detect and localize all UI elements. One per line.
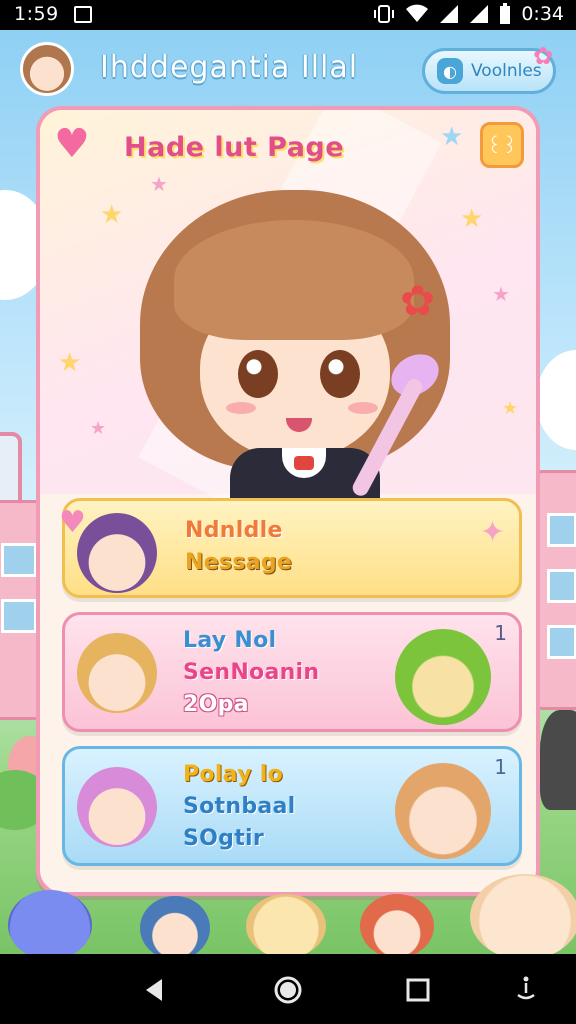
- building-right: [536, 470, 576, 710]
- app-header: Ihddegantia Illal ◐ Voolnles ✿: [0, 30, 576, 112]
- header-action-label: Voolnles: [471, 61, 542, 81]
- eye: [320, 350, 360, 398]
- battery-icon: [500, 3, 511, 24]
- accessibility-button[interactable]: [508, 972, 544, 1008]
- star-icon: ★: [58, 348, 82, 378]
- avatar: [77, 767, 157, 847]
- cloud: [536, 350, 576, 450]
- status-time-right: 0:34: [521, 3, 564, 25]
- status-time: 1:59: [14, 3, 59, 25]
- hero-title: Hade lut Page: [124, 132, 345, 163]
- window: [1, 599, 37, 633]
- ribbon-tie: [294, 456, 314, 470]
- status-bar: 1:59 0:34: [0, 0, 576, 30]
- blush: [348, 402, 378, 414]
- list-item-text: Polay lo Sotnbaal SOgtir: [183, 759, 296, 855]
- window: [547, 569, 576, 603]
- hero-banner: ★ ★ ★ ★ ★ ★ ★ ★ ♥ Hade lut Page ꒰꒱ ✿: [40, 110, 536, 514]
- list-item[interactable]: ♥ Ndnldle Nessage ✦: [59, 498, 522, 598]
- star-icon: ★: [502, 398, 519, 419]
- eye: [238, 350, 278, 398]
- star-icon: ★: [460, 204, 484, 234]
- flower-icon: ✿: [533, 42, 554, 70]
- vibrate-icon: [374, 5, 395, 23]
- home-icon: [274, 976, 302, 1004]
- accessibility-icon: [517, 976, 535, 1000]
- character-decoration: [470, 874, 576, 960]
- signal-icon: [440, 5, 459, 23]
- recents-button[interactable]: [400, 972, 436, 1008]
- list-item[interactable]: Lay Nol SenNoanin 2Opa 1: [62, 612, 522, 732]
- list-item-subtitle: Sotnbaal: [183, 793, 296, 819]
- notification-icon: [74, 6, 92, 23]
- character-decoration: [360, 894, 434, 958]
- count-badge: 1: [494, 755, 507, 779]
- star-icon: ★: [492, 282, 510, 306]
- app-title: Ihddegantia Illal: [100, 50, 359, 85]
- list-item-text: Lay Nol SenNoanin 2Opa: [183, 625, 319, 721]
- navigation-bar: [0, 954, 576, 1024]
- star-icon: ★: [90, 418, 107, 439]
- hair-bow-icon: ✿: [400, 276, 436, 325]
- list-item-subtitle: Nessage: [185, 549, 293, 575]
- avatar[interactable]: [20, 42, 74, 96]
- list-item-title: Polay lo: [183, 762, 284, 787]
- status-icons: 0:34: [373, 3, 564, 25]
- bangs: [174, 220, 414, 340]
- badge-icon[interactable]: ꒰꒱: [480, 122, 524, 168]
- character-decoration: [8, 890, 92, 960]
- count-badge: 1: [494, 621, 507, 645]
- back-icon: [146, 979, 162, 1001]
- list-item[interactable]: Polay lo Sotnbaal SOgtir 1: [62, 746, 522, 866]
- blush: [226, 402, 256, 414]
- chat-icon: ◐: [437, 58, 463, 84]
- list-item-subtitle: SenNoanin: [183, 659, 320, 685]
- hero-character-illustration: ✿: [130, 180, 460, 508]
- heart-icon: ♥: [54, 121, 90, 167]
- main-card: ★ ★ ★ ★ ★ ★ ★ ★ ♥ Hade lut Page ꒰꒱ ✿ ♥ N…: [36, 106, 540, 896]
- character-decoration: [140, 896, 210, 960]
- character-decoration: [246, 894, 326, 958]
- wifi-icon: [406, 4, 429, 22]
- back-button[interactable]: [136, 972, 172, 1008]
- list-item-detail: SOgtir: [183, 825, 265, 851]
- avatar: [395, 629, 491, 725]
- star-icon: ★: [440, 122, 464, 152]
- side-character: [540, 710, 576, 810]
- list-item-detail: 2Opa: [183, 691, 249, 717]
- sparkle-icon: ✦: [479, 515, 505, 550]
- recents-icon: [406, 978, 430, 1002]
- star-icon: ★: [100, 200, 124, 230]
- header-action-button[interactable]: ◐ Voolnles ✿: [422, 43, 556, 94]
- home-button[interactable]: [270, 972, 306, 1008]
- list-item-text: Ndnldle Nessage: [185, 515, 292, 579]
- list-item-title: Lay Nol: [183, 628, 277, 653]
- avatar: [77, 633, 157, 713]
- window: [547, 625, 576, 659]
- list-item-title: Ndnldle: [185, 518, 283, 543]
- avatar: [395, 763, 491, 859]
- window: [1, 543, 37, 577]
- avatar: [77, 513, 157, 593]
- window: [547, 513, 576, 547]
- signal-icon: [470, 5, 489, 23]
